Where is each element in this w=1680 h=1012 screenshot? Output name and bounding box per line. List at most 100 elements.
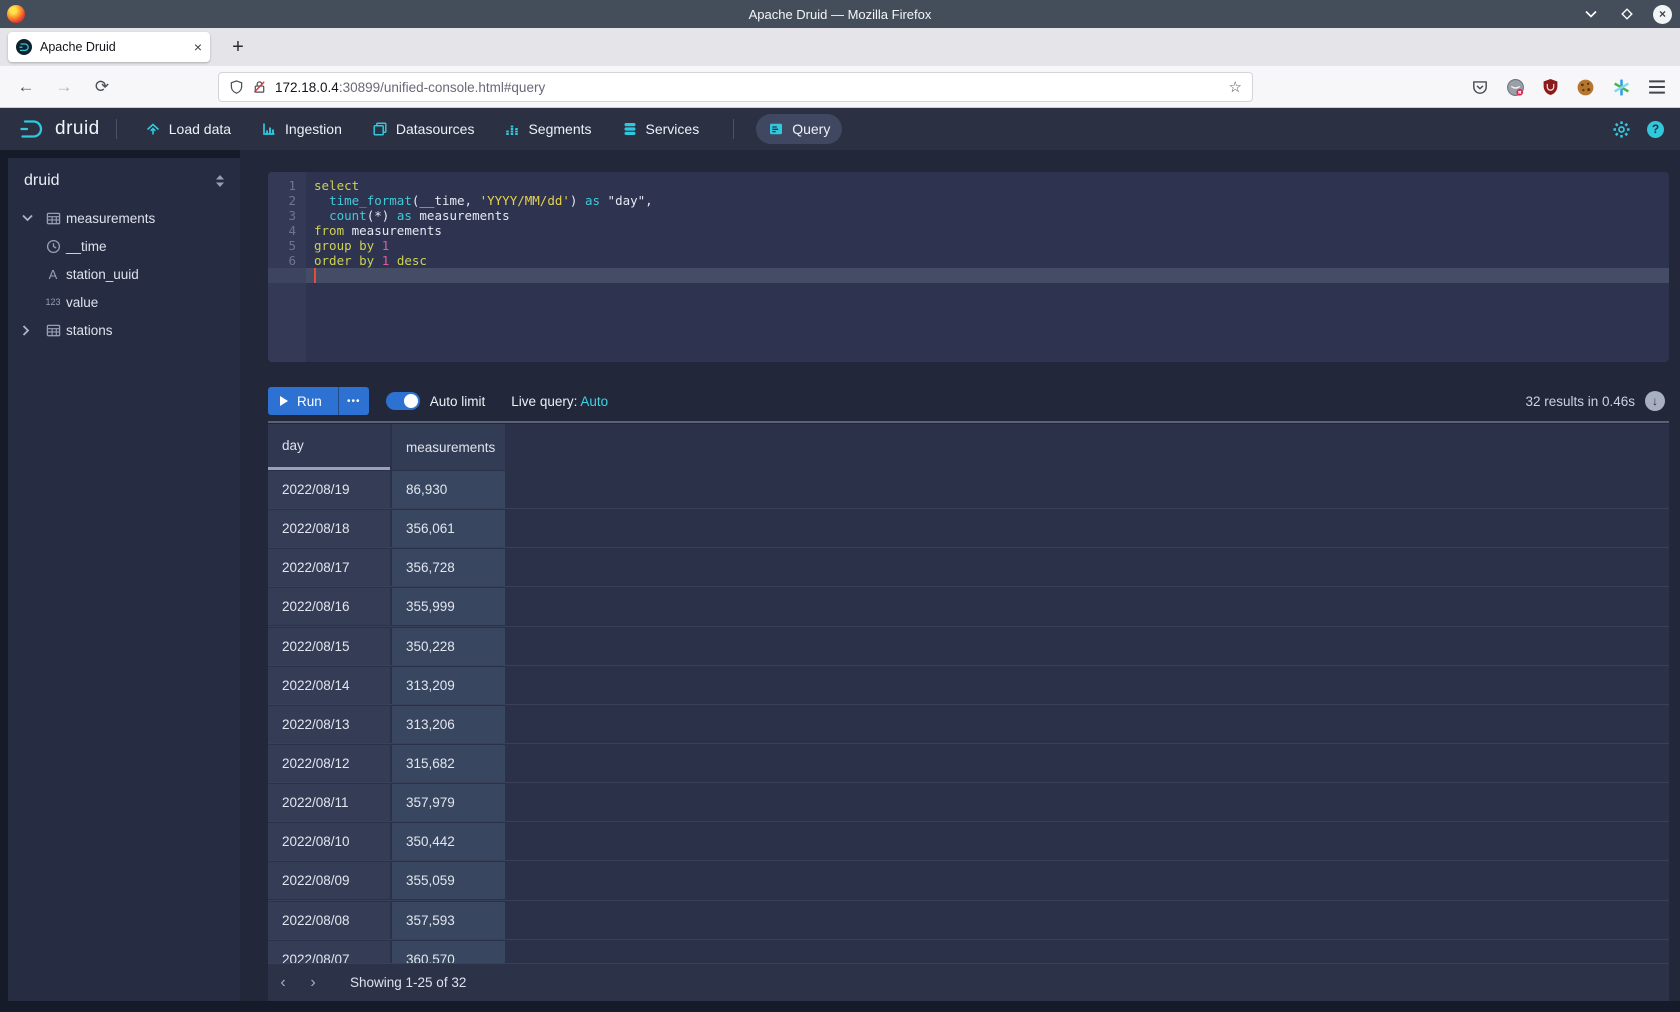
- datasources-icon: [372, 121, 388, 137]
- forward-icon[interactable]: →: [52, 77, 76, 97]
- firefox-window: Apache Druid — Mozilla Firefox × Apache …: [0, 0, 1680, 1012]
- ublock-icon[interactable]: [1542, 78, 1559, 96]
- nav-item-datasources[interactable]: Datasources: [360, 114, 487, 144]
- cell-day[interactable]: 2022/08/11: [268, 784, 390, 821]
- tree-item-label: measurements: [66, 211, 155, 226]
- services-icon: [622, 121, 638, 137]
- table-row: 2022/08/08357,593: [268, 901, 1669, 940]
- new-tab-button[interactable]: +: [224, 36, 252, 59]
- close-window-icon[interactable]: ×: [1653, 5, 1672, 24]
- column-header-day[interactable]: day: [268, 424, 390, 470]
- cell-measurements[interactable]: 86,930: [392, 471, 505, 508]
- line-number: 1: [268, 178, 306, 193]
- table-row: 2022/08/07360,570: [268, 940, 1669, 963]
- brand-text: druid: [55, 118, 100, 140]
- tab-close-icon[interactable]: ×: [194, 39, 202, 55]
- maximize-icon[interactable]: [1617, 4, 1637, 24]
- hamburger-menu-icon[interactable]: [1648, 79, 1666, 95]
- nav-item-segments[interactable]: Segments: [492, 114, 603, 144]
- druid-brand[interactable]: druid: [18, 118, 100, 140]
- chevron-right-icon[interactable]: [22, 325, 34, 336]
- url-text[interactable]: 172.18.0.4:30899/unified-console.html#qu…: [275, 80, 1221, 95]
- table-header: day measurements: [268, 424, 1669, 470]
- cell-measurements[interactable]: 315,682: [392, 745, 505, 782]
- run-more-button[interactable]: •••: [338, 387, 369, 415]
- shield-icon[interactable]: [229, 79, 244, 95]
- column-header-measurements[interactable]: measurements: [392, 424, 505, 470]
- editor-code[interactable]: select time_format(__time, 'YYYY/MM/dd')…: [306, 172, 1669, 283]
- cell-day[interactable]: 2022/08/18: [268, 510, 390, 547]
- tree-item-stations[interactable]: stations: [8, 316, 240, 344]
- url-bar[interactable]: 172.18.0.4:30899/unified-console.html#qu…: [218, 72, 1253, 102]
- settings-gear-icon[interactable]: [1612, 120, 1631, 139]
- nav-item-services[interactable]: Services: [610, 114, 712, 144]
- cell-measurements[interactable]: 357,979: [392, 784, 505, 821]
- results-table: day measurements 2022/08/1986,9302022/08…: [268, 424, 1669, 1001]
- table-rows: 2022/08/1986,9302022/08/18356,0612022/08…: [268, 470, 1669, 963]
- cell-day[interactable]: 2022/08/12: [268, 745, 390, 782]
- cell-day[interactable]: 2022/08/17: [268, 549, 390, 586]
- cell-day[interactable]: 2022/08/15: [268, 628, 390, 665]
- bookmark-star-icon[interactable]: ☆: [1229, 78, 1242, 96]
- run-bar: Run ••• Auto limit Live query: Auto 32 r…: [268, 387, 1669, 415]
- cell-day[interactable]: 2022/08/10: [268, 823, 390, 860]
- run-button[interactable]: Run: [268, 387, 338, 415]
- live-query-value[interactable]: Auto: [580, 394, 608, 409]
- auto-limit-toggle[interactable]: [386, 392, 420, 410]
- next-page-icon[interactable]: ›: [298, 974, 328, 992]
- help-icon[interactable]: ?: [1647, 121, 1664, 138]
- code-line-5: group by 1: [306, 238, 1669, 253]
- back-icon[interactable]: ←: [14, 77, 38, 97]
- prev-page-icon[interactable]: ‹: [268, 974, 298, 992]
- tab-apache-druid[interactable]: Apache Druid ×: [8, 32, 210, 62]
- nav-item-load-data[interactable]: Load data: [133, 114, 243, 144]
- pagination-bar: ‹ › Showing 1-25 of 32: [268, 963, 1669, 1001]
- cell-measurements[interactable]: 355,999: [392, 588, 505, 625]
- containers-icon[interactable]: [1506, 78, 1525, 97]
- firefox-logo-icon: [7, 5, 25, 23]
- tree-item-value[interactable]: 123value: [8, 288, 240, 316]
- code-line-2: time_format(__time, 'YYYY/MM/dd') as "da…: [306, 193, 1669, 208]
- download-results-icon[interactable]: ↓: [1645, 391, 1665, 411]
- sql-editor[interactable]: 1234567 select time_format(__time, 'YYYY…: [268, 172, 1669, 362]
- cell-measurements[interactable]: 356,061: [392, 510, 505, 547]
- sort-icon[interactable]: [214, 174, 226, 188]
- table-row: 2022/08/11357,979: [268, 783, 1669, 822]
- pocket-icon[interactable]: [1471, 78, 1489, 96]
- text-cursor: [314, 268, 316, 283]
- line-number: 3: [268, 208, 306, 223]
- editor-gutter: 1234567: [268, 172, 306, 362]
- cell-day[interactable]: 2022/08/16: [268, 588, 390, 625]
- cell-measurements[interactable]: 355,059: [392, 862, 505, 899]
- reload-icon[interactable]: ⟳: [90, 77, 114, 97]
- sparkle-extension-icon[interactable]: [1612, 78, 1631, 97]
- minimize-icon[interactable]: [1581, 4, 1601, 24]
- tree-item-station_uuid[interactable]: Astation_uuid: [8, 260, 240, 288]
- nav-item-ingestion[interactable]: Ingestion: [249, 114, 354, 144]
- cell-day[interactable]: 2022/08/09: [268, 862, 390, 899]
- table-row: 2022/08/09355,059: [268, 861, 1669, 900]
- cell-day[interactable]: 2022/08/13: [268, 706, 390, 743]
- cell-measurements[interactable]: 356,728: [392, 549, 505, 586]
- cookie-icon[interactable]: [1576, 78, 1595, 97]
- cell-day[interactable]: 2022/08/19: [268, 471, 390, 508]
- cell-day[interactable]: 2022/08/08: [268, 902, 390, 939]
- nav-item-query[interactable]: Query: [756, 114, 842, 144]
- druid-console: druid Load dataIngestionDatasourcesSegme…: [0, 108, 1680, 1012]
- tab-title: Apache Druid: [40, 40, 186, 54]
- cell-measurements[interactable]: 350,228: [392, 628, 505, 665]
- window-titlebar: Apache Druid — Mozilla Firefox ×: [0, 0, 1680, 28]
- cell-day[interactable]: 2022/08/14: [268, 667, 390, 704]
- cell-measurements[interactable]: 350,442: [392, 823, 505, 860]
- cell-day[interactable]: 2022/08/07: [268, 941, 390, 963]
- cell-measurements[interactable]: 360,570: [392, 941, 505, 963]
- cell-measurements[interactable]: 357,593: [392, 902, 505, 939]
- line-number: 2: [268, 193, 306, 208]
- cell-measurements[interactable]: 313,206: [392, 706, 505, 743]
- tree-item-__time[interactable]: __time: [8, 232, 240, 260]
- live-query-label: Live query: Auto: [511, 394, 608, 409]
- chevron-down-icon[interactable]: [22, 214, 34, 222]
- cell-measurements[interactable]: 313,209: [392, 667, 505, 704]
- tree-item-measurements[interactable]: measurements: [8, 204, 240, 232]
- insecure-lock-icon[interactable]: [252, 79, 267, 95]
